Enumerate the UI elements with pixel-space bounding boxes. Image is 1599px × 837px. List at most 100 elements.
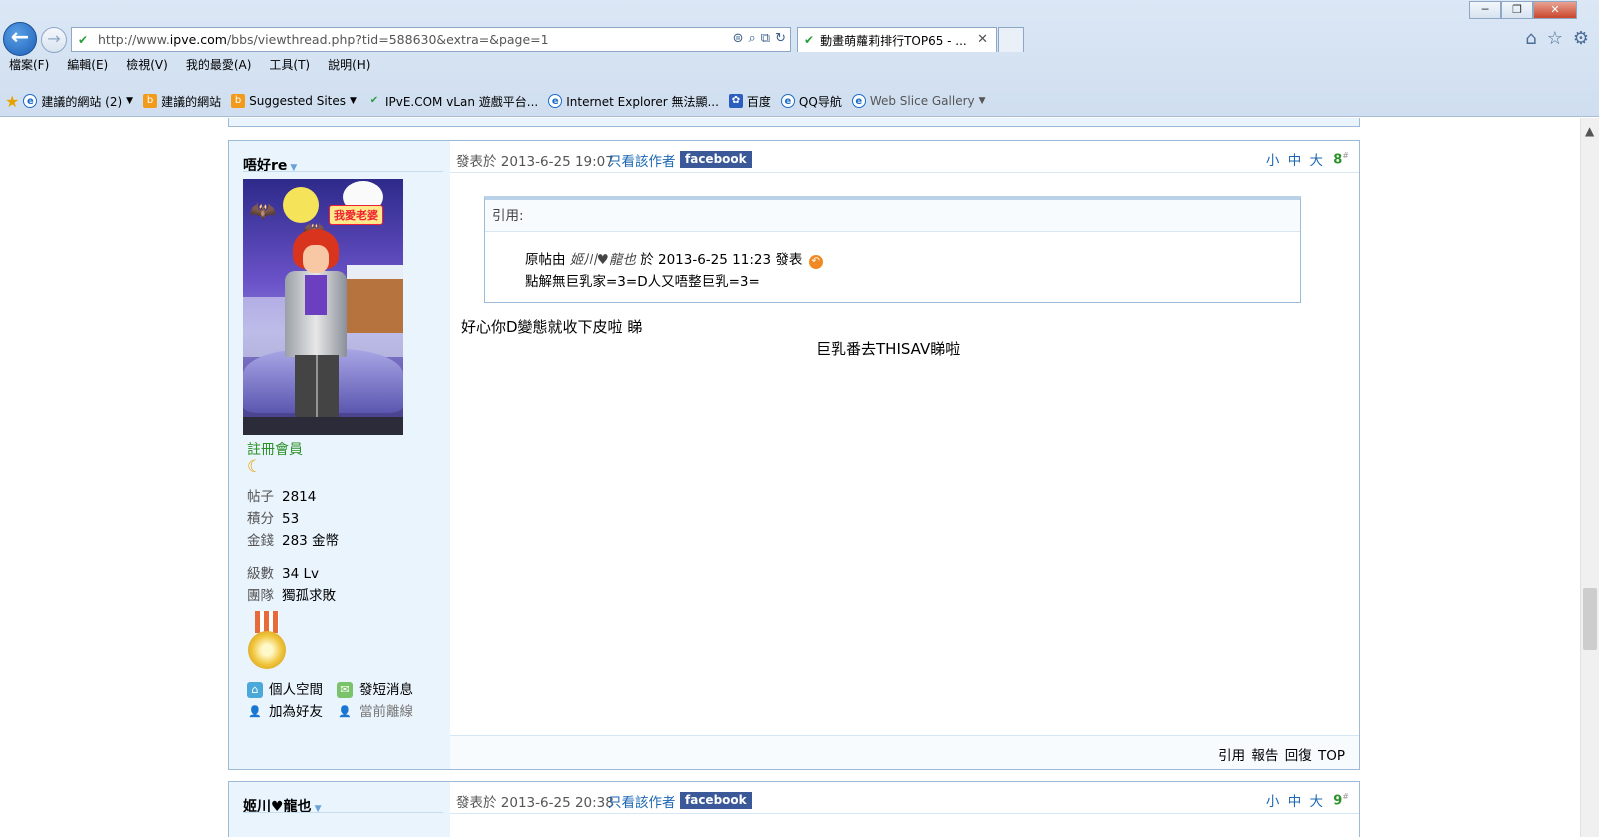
facebook-share-button[interactable]: facebook xyxy=(680,792,752,809)
character-shirt xyxy=(305,275,327,315)
home-icon[interactable]: ⌂ xyxy=(1525,28,1536,49)
stat-label: 積分 xyxy=(247,511,274,527)
compat-icon[interactable]: ⊜ xyxy=(733,31,744,46)
author-name[interactable]: 姬川♥龍也 ▼ xyxy=(243,796,321,816)
search-icon[interactable]: ⌕ xyxy=(749,31,756,46)
menu-edit[interactable]: 編輯(E) xyxy=(58,55,117,75)
forward-button[interactable]: → xyxy=(41,27,67,53)
offline-user-icon: 👤 xyxy=(338,705,352,718)
minimize-button[interactable]: ─ xyxy=(1469,1,1501,19)
bat-icon: 🦇 xyxy=(249,199,277,224)
forum-post: 唔好re▼ 🦇 🦇 我愛老婆 註冊會員 ☾ 帖子281 xyxy=(228,140,1360,770)
back-button[interactable]: ← xyxy=(3,22,37,56)
menu-help[interactable]: 說明(H) xyxy=(319,55,379,75)
crescent-moon-icon: ☾ xyxy=(247,457,263,477)
url-text[interactable]: http://www.ipve.com/bbs/viewthread.php?t… xyxy=(98,32,549,47)
quote-text: 點解無巨乳家=3=D人又唔整巨乳=3= xyxy=(525,274,760,290)
online-status: 👤 當前離線 xyxy=(338,704,413,720)
divider xyxy=(243,171,443,172)
tab-active[interactable]: ✔ 動畫萌蘿莉排行TOP65 - ... ✕ xyxy=(797,27,997,52)
message-icon: ✉ xyxy=(337,682,353,698)
page-content: 唔好re▼ 🦇 🦇 我愛老婆 註冊會員 ☾ 帖子281 xyxy=(0,118,1580,837)
scroll-thumb[interactable] xyxy=(1583,588,1597,650)
author-name[interactable]: 唔好re ▼ xyxy=(243,155,297,175)
menu-file[interactable]: 檔案(F) xyxy=(0,55,58,75)
facebook-share-button[interactable]: facebook xyxy=(680,151,752,168)
close-window-button[interactable]: ✕ xyxy=(1533,1,1577,19)
fav-item[interactable]: b 建議的網站 xyxy=(143,93,221,110)
new-tab-button[interactable] xyxy=(998,27,1024,52)
gear-icon[interactable]: ⚙ xyxy=(1573,28,1589,49)
post-body-line: 巨乳番去THISAV睇啦 xyxy=(816,340,961,358)
stat-label: 級數 xyxy=(247,566,274,582)
fav-item[interactable]: ✔ IPvE.COM vLan 遊戲平台... xyxy=(367,93,538,110)
baidu-paw-icon: ✿ xyxy=(728,94,743,108)
moon-shape xyxy=(283,187,319,223)
go-to-original-icon[interactable]: ↶ xyxy=(808,255,823,269)
fav-item[interactable]: e Internet Explorer 無法顯... xyxy=(548,93,719,110)
character-face xyxy=(303,245,329,273)
only-author-link[interactable]: 只看該作者 xyxy=(608,791,676,811)
fav-item[interactable]: e QQ导航 xyxy=(780,93,842,110)
favorites-star-icon[interactable]: ☆ xyxy=(1547,28,1563,49)
avatar: 🦇 🦇 我愛老婆 xyxy=(243,179,403,435)
stat-row: 級數 34 Lv xyxy=(247,563,339,585)
tab-close-icon[interactable]: ✕ xyxy=(977,32,988,47)
forum-post: 姬川♥龍也 ▼ 發表於 2013-6-25 20:38 只看該作者 faceboo… xyxy=(228,781,1360,837)
site-favicon-icon: ✔ xyxy=(78,32,89,47)
add-friend-link[interactable]: 👤 加為好友 xyxy=(247,701,337,723)
tab-title: 動畫萌蘿莉排行TOP65 - ... xyxy=(820,33,967,48)
refresh-icon[interactable]: ↻ xyxy=(775,31,786,46)
vertical-scrollbar[interactable]: ▲ xyxy=(1580,118,1599,837)
font-size-links[interactable]: 小 中 大 xyxy=(1266,149,1323,169)
chevron-down-icon: ▼ xyxy=(978,96,986,106)
medal-icon xyxy=(247,611,287,671)
stat-label: 團隊 xyxy=(247,588,274,604)
browser-chrome: ← → ✔ http://www.ipve.com/bbs/viewthread… xyxy=(0,0,1599,117)
home-icon: ⌂ xyxy=(247,682,263,698)
stat-value: 獨孤求敗 xyxy=(282,588,336,604)
stat-row: 金錢 283 金幣 xyxy=(247,530,339,552)
floor-shape xyxy=(243,417,403,435)
post-header: 發表於 2013-6-25 20:38 只看該作者 facebook 小 中 大… xyxy=(450,782,1359,814)
favorites-add-star-icon[interactable]: ★ xyxy=(5,92,19,111)
ie-icon: e xyxy=(780,94,795,108)
restore-button[interactable]: ❐ xyxy=(1501,1,1533,19)
fav-item[interactable]: e Web Slice Gallery ▼ xyxy=(851,94,986,108)
compat-view-icon[interactable]: ⧉ xyxy=(761,31,770,46)
menu-bar: 檔案(F) 編輯(E) 檢視(V) 我的最愛(A) 工具(T) 說明(H) xyxy=(0,55,379,75)
scroll-up-icon[interactable]: ▲ xyxy=(1585,124,1594,138)
stat-value: 34 Lv xyxy=(282,566,319,582)
fav-item[interactable]: e 建議的網站 (2) ▼ xyxy=(23,93,133,110)
window-controls: ─ ❐ ✕ xyxy=(1469,1,1577,19)
address-bar[interactable]: ✔ http://www.ipve.com/bbs/viewthread.php… xyxy=(71,27,791,52)
quote-block: 引用: 原帖由 姬川♥龍也 於 2013-6-25 11:23 發表 ↶ 點解無… xyxy=(484,196,1301,303)
post-actions[interactable]: 引用 報告 回復 TOP xyxy=(1218,744,1345,764)
stat-value: 283 金幣 xyxy=(282,533,340,549)
menu-tools[interactable]: 工具(T) xyxy=(260,55,319,75)
quote-author[interactable]: 姬川♥龍也 xyxy=(570,252,636,268)
chevron-down-icon: ▼ xyxy=(350,96,357,106)
stat-row: 帖子 2814 xyxy=(247,486,339,508)
chevron-down-icon: ▼ xyxy=(126,96,134,106)
fav-item[interactable]: ✿ 百度 xyxy=(728,93,771,110)
favorites-bar: ★ e 建議的網站 (2) ▼ b 建議的網站 b Suggested Sites ▼ ✔… xyxy=(0,89,996,113)
personal-space-link[interactable]: ⌂ 個人空間 xyxy=(247,679,337,701)
menu-favorites[interactable]: 我的最愛(A) xyxy=(177,55,261,75)
ie-icon: e xyxy=(548,94,563,108)
post-main: 發表於 2013-6-25 19:07 只看該作者 facebook 小 中 大… xyxy=(450,141,1359,769)
font-size-links[interactable]: 小 中 大 xyxy=(1266,790,1323,810)
post-floor-number[interactable]: 9# xyxy=(1333,792,1349,808)
quote-header: 引用: xyxy=(485,200,1300,232)
post-author-sidebar: 唔好re▼ 🦇 🦇 我愛老婆 註冊會員 ☾ 帖子281 xyxy=(229,141,450,769)
menu-view[interactable]: 檢視(V) xyxy=(117,55,177,75)
user-stats: 帖子 2814 積分 53 金錢 283 金幣 級數 34 Lv 團隊 獨孤求敗 xyxy=(247,486,339,607)
fav-item[interactable]: b Suggested Sites ▼ xyxy=(231,94,357,108)
stat-value: 53 xyxy=(282,511,300,527)
ie-toolbar-icons: ⌂ ☆ ⚙ xyxy=(1525,28,1589,49)
post-author-sidebar: 姬川♥龍也 ▼ xyxy=(229,782,450,837)
post-floor-number[interactable]: 8# xyxy=(1333,151,1349,167)
send-message-link[interactable]: ✉ 發短消息 xyxy=(337,679,427,701)
only-author-link[interactable]: 只看該作者 xyxy=(608,150,676,170)
user-rank: 註冊會員 xyxy=(247,442,303,458)
